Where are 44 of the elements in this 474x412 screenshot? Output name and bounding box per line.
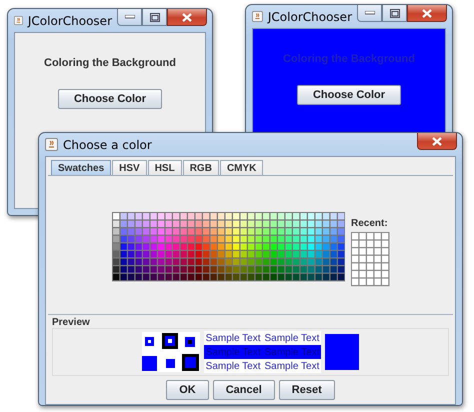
minimize-button[interactable] [117,9,142,26]
window-title: JColorChooser [28,14,112,28]
minimize-button[interactable] [357,5,382,22]
tab[interactable]: HSL [148,160,182,175]
maximize-icon [390,8,400,18]
recent-label: Recent: [351,218,389,230]
sample-text: Sample Text [206,346,260,358]
minimize-icon [364,11,374,15]
minimize-icon [124,15,134,19]
swatch-grid[interactable] [112,212,345,282]
tab[interactable]: CMYK [220,160,264,175]
sample-text: Sample Text [264,360,320,372]
sample-text: Sample Text [206,332,260,344]
tab[interactable]: HSV [112,160,147,175]
maximize-button[interactable] [142,9,167,26]
close-icon [422,8,432,18]
tab[interactable]: RGB [182,160,219,175]
window-title: JColorChooser [268,10,352,24]
maximize-button[interactable] [382,5,407,22]
close-icon [432,136,442,146]
sample-text: Sample Text [264,332,320,344]
maximize-icon [150,12,160,22]
color-preview-swatch [325,334,360,370]
tab[interactable]: Swatches [51,160,112,175]
choose-color-button[interactable]: Choose Color [297,85,401,105]
app-icon [14,14,23,27]
choose-color-button[interactable]: Choose Color [58,89,162,109]
app-icon [45,138,58,151]
panel-label: Coloring the Background [44,57,176,69]
close-button[interactable] [417,133,457,150]
sample-text: Sample Text [206,360,260,372]
recent-swatch-grid[interactable] [351,232,390,287]
preview-label: Preview [52,317,91,328]
sample-text: Sample Text [264,346,320,358]
close-button[interactable] [407,5,447,22]
dialog-button[interactable]: Cancel [212,380,275,400]
dialog-title: Choose a color [63,138,152,152]
close-button[interactable] [167,9,207,26]
preview-swatches-drawing [142,332,200,372]
dialog-button[interactable]: OK [166,380,209,400]
dialog-button[interactable]: Reset [278,380,335,400]
close-icon [182,12,192,22]
app-icon [252,10,263,23]
panel-label: Coloring the Background [283,53,415,65]
